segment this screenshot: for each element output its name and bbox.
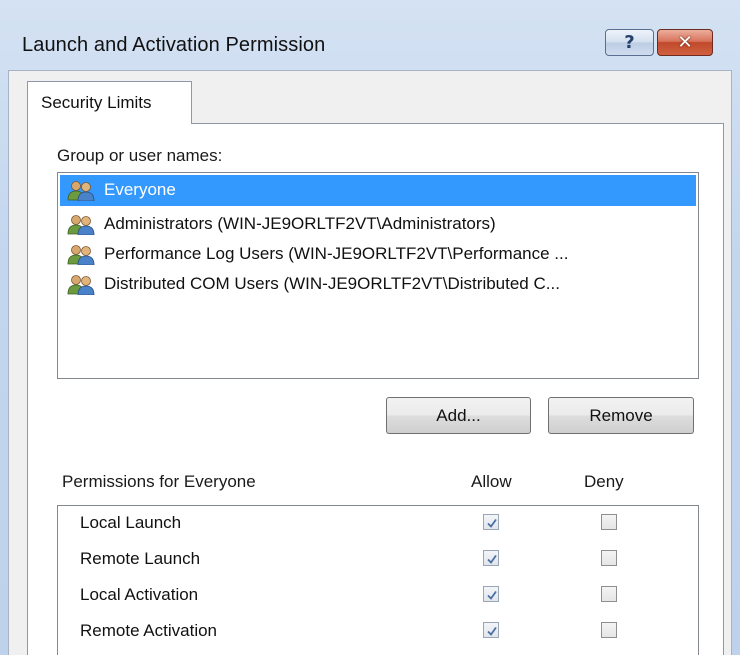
- checkmark-icon: [487, 626, 497, 636]
- list-item-administrators[interactable]: Administrators (WIN-JE9ORLTF2VT\Administ…: [60, 209, 696, 240]
- list-item-label: Performance Log Users (WIN-JE9ORLTF2VT\P…: [104, 244, 569, 263]
- allow-checkbox[interactable]: [483, 586, 499, 602]
- deny-checkbox[interactable]: [601, 550, 617, 566]
- deny-checkbox[interactable]: [601, 514, 617, 530]
- list-item-label: Administrators (WIN-JE9ORLTF2VT\Administ…: [104, 214, 496, 233]
- users-group-icon: [67, 181, 95, 201]
- permission-name: Local Activation: [80, 585, 199, 604]
- users-group-icon: [67, 215, 95, 235]
- users-group-icon: [67, 245, 95, 265]
- checkmark-icon: [487, 554, 497, 564]
- remove-button[interactable]: Remove: [548, 397, 694, 434]
- list-item-performance-log-users[interactable]: Performance Log Users (WIN-JE9ORLTF2VT\P…: [60, 239, 696, 270]
- list-item-label: Everyone: [104, 180, 176, 199]
- title-bar[interactable]: Launch and Activation Permission ? ✕: [0, 0, 740, 78]
- dialog-window: Launch and Activation Permission ? ✕ Sec…: [0, 0, 740, 655]
- window-title: Launch and Activation Permission: [22, 34, 326, 56]
- list-item-label: Distributed COM Users (WIN-JE9ORLTF2VT\D…: [104, 274, 560, 293]
- allow-checkbox[interactable]: [483, 622, 499, 638]
- checkmark-icon: [487, 518, 497, 528]
- close-button[interactable]: ✕: [657, 29, 713, 56]
- help-icon: ?: [624, 32, 635, 53]
- deny-checkbox[interactable]: [601, 622, 617, 638]
- permissions-header: Permissions for Everyone: [62, 472, 256, 491]
- add-button[interactable]: Add...: [386, 397, 531, 434]
- allow-checkbox[interactable]: [483, 550, 499, 566]
- help-button[interactable]: ?: [605, 29, 654, 56]
- allow-checkbox[interactable]: [483, 514, 499, 530]
- group-user-list[interactable]: Everyone Administrators (WIN-JE9ORLTF2VT…: [57, 172, 699, 379]
- group-list-label: Group or user names:: [57, 146, 223, 165]
- checkmark-icon: [487, 590, 497, 600]
- allow-column-header: Allow: [471, 472, 512, 491]
- deny-column-header: Deny: [584, 472, 624, 491]
- close-icon: ✕: [677, 32, 693, 53]
- permission-name: Remote Launch: [80, 549, 201, 568]
- tab-label: Security Limits: [41, 93, 152, 112]
- permission-name: Local Launch: [80, 513, 182, 532]
- list-item-everyone[interactable]: Everyone: [60, 175, 696, 206]
- permission-name: Remote Activation: [80, 621, 218, 640]
- users-group-icon: [67, 275, 95, 295]
- tab-security-limits[interactable]: Security Limits: [27, 81, 192, 124]
- list-item-distributed-com-users[interactable]: Distributed COM Users (WIN-JE9ORLTF2VT\D…: [60, 269, 696, 300]
- deny-checkbox[interactable]: [601, 586, 617, 602]
